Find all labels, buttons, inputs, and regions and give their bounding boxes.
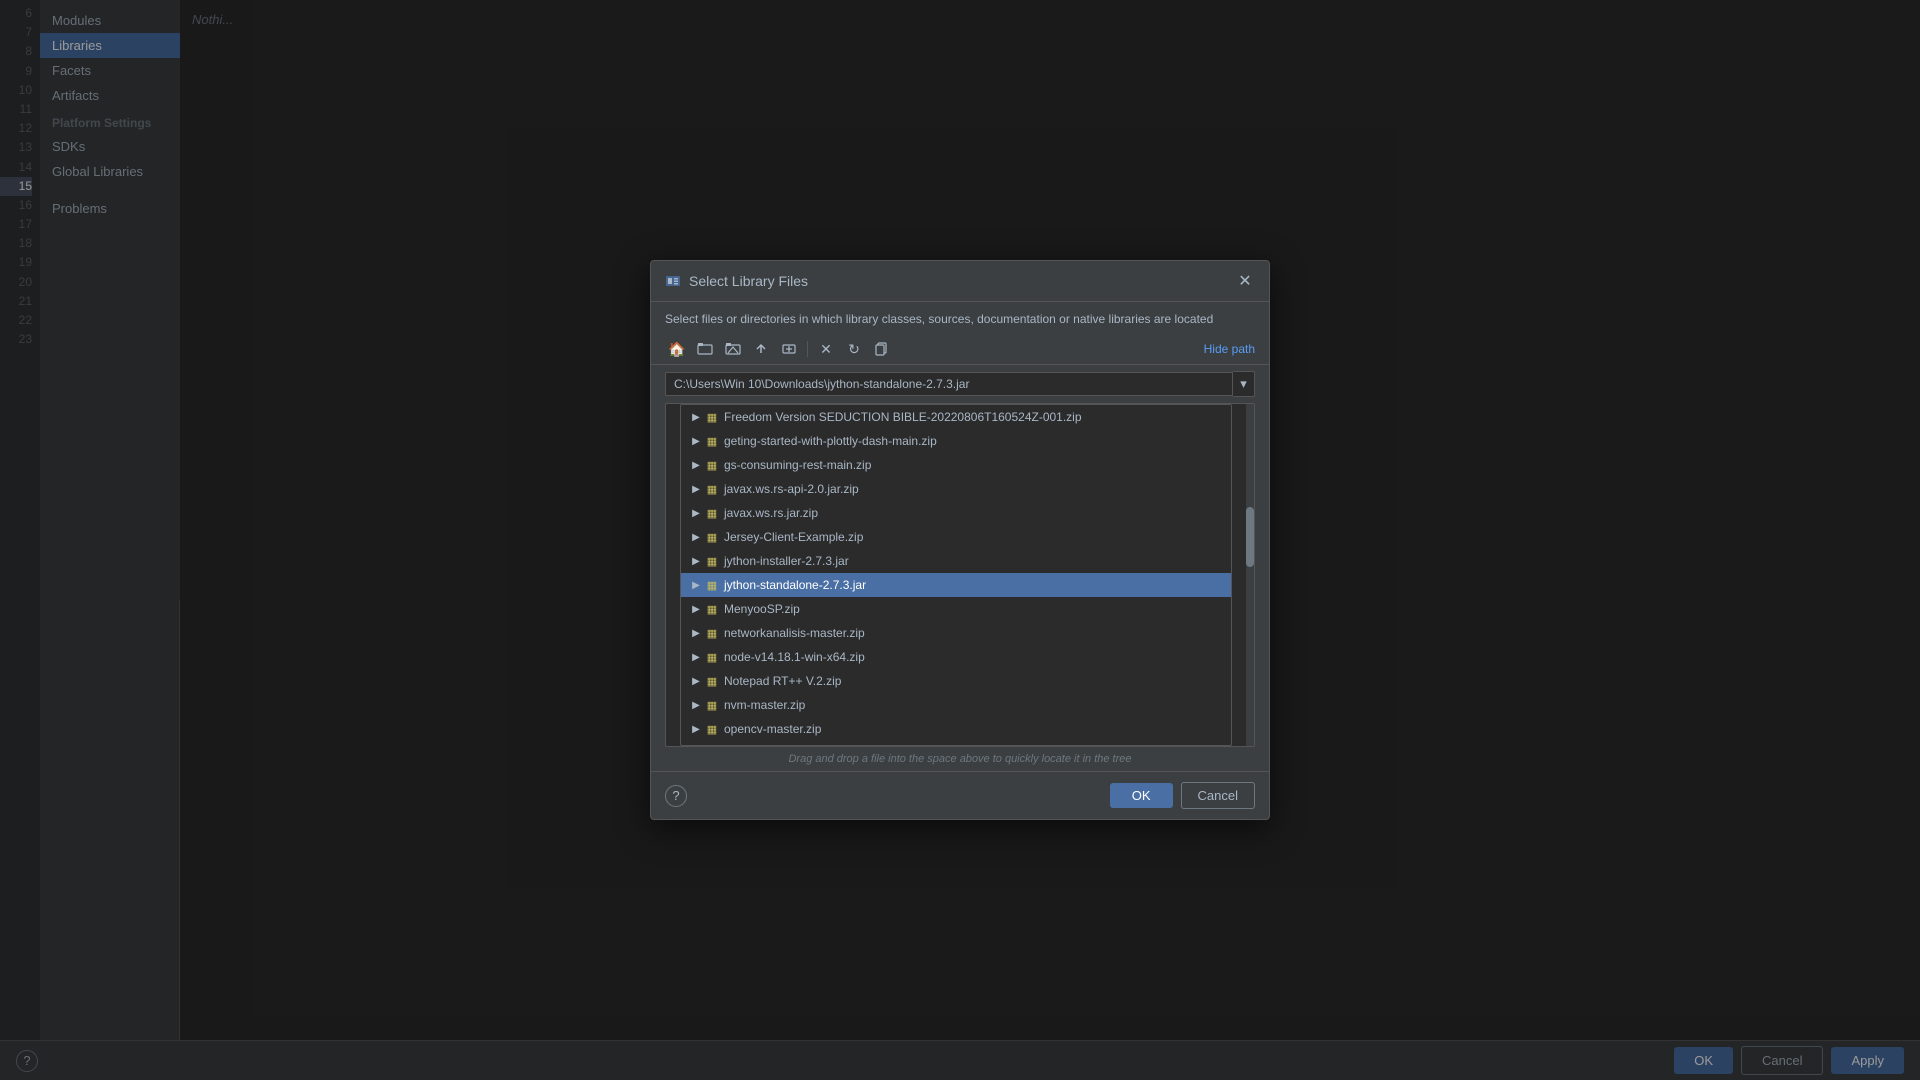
expand-icon[interactable]: ▶ — [689, 578, 703, 592]
expand-icon[interactable]: ▶ — [689, 698, 703, 712]
path-dropdown-button[interactable]: ▾ — [1233, 371, 1255, 397]
path-input[interactable] — [665, 372, 1233, 396]
file-zip-icon: ▦ — [705, 674, 719, 688]
expand-folder-button[interactable] — [777, 338, 801, 360]
file-item[interactable]: ▶ ▦ Notepad RT++ V.2.zip — [681, 669, 1231, 693]
modal-title: Select Library Files — [689, 273, 808, 289]
copy-path-button[interactable] — [870, 338, 894, 360]
file-jar-icon: ▦ — [705, 554, 719, 568]
toolbar-separator-1 — [807, 341, 808, 357]
file-zip-icon: ▦ — [705, 650, 719, 664]
expand-icon[interactable]: ▶ — [689, 626, 703, 640]
up-folder-button[interactable] — [749, 338, 773, 360]
expand-icon[interactable]: ▶ — [689, 602, 703, 616]
modal-close-button[interactable]: ✕ — [1235, 271, 1255, 291]
modal-help-button[interactable]: ? — [665, 785, 687, 807]
file-list: ▶ ▦ Freedom Version SEDUCTION BIBLE-2022… — [680, 404, 1232, 746]
file-item[interactable]: ▶ ▦ node-v14.18.1-win-x64.zip — [681, 645, 1231, 669]
modal-toolbar: 🏠 ✕ ↻ Hide path — [651, 334, 1269, 365]
expand-icon[interactable]: ▶ — [689, 434, 703, 448]
expand-icon[interactable]: ▶ — [689, 482, 703, 496]
file-jar-icon: ▦ — [705, 578, 719, 592]
file-item-selected[interactable]: ▶ ▦ jython-standalone-2.7.3.jar — [681, 573, 1231, 597]
select-library-files-dialog: Select Library Files ✕ Select files or d… — [650, 260, 1270, 820]
file-item[interactable]: ▶ ▦ Jersey-Client-Example.zip — [681, 525, 1231, 549]
modal-overlay: Select Library Files ✕ Select files or d… — [0, 0, 1920, 1080]
scrollbar-thumb[interactable] — [1246, 507, 1254, 567]
expand-icon[interactable]: ▶ — [689, 458, 703, 472]
hide-path-button[interactable]: Hide path — [1204, 342, 1255, 356]
modal-description: Select files or directories in which lib… — [651, 302, 1269, 334]
file-item[interactable]: ▶ ▦ opencv-master.zip — [681, 717, 1231, 741]
modal-header: Select Library Files ✕ — [651, 261, 1269, 302]
file-zip-icon: ▦ — [705, 530, 719, 544]
scrollbar-track[interactable] — [1246, 404, 1254, 746]
home-button[interactable]: 🏠 — [665, 338, 689, 360]
file-zip-icon: ▦ — [705, 722, 719, 736]
expand-icon[interactable]: ▶ — [689, 506, 703, 520]
modal-cancel-button[interactable]: Cancel — [1181, 782, 1255, 809]
expand-icon[interactable]: ▶ — [689, 410, 703, 424]
file-zip-icon: ▦ — [705, 506, 719, 520]
open-folder-button[interactable] — [721, 338, 745, 360]
file-item[interactable]: ▶ ▦ parquet-python-master.zip — [681, 741, 1231, 746]
file-zip-icon: ▦ — [705, 434, 719, 448]
new-folder-button[interactable] — [693, 338, 717, 360]
file-zip-icon: ▦ — [705, 458, 719, 472]
drag-hint: Drag and drop a file into the space abov… — [651, 747, 1269, 771]
file-zip-icon: ▦ — [705, 602, 719, 616]
file-item[interactable]: ▶ ▦ javax.ws.rs-api-2.0.jar.zip — [681, 477, 1231, 501]
file-zip-icon: ▦ — [705, 698, 719, 712]
expand-icon[interactable]: ▶ — [689, 650, 703, 664]
expand-icon[interactable]: ▶ — [689, 530, 703, 544]
file-item[interactable]: ▶ ▦ geting-started-with-plottly-dash-mai… — [681, 429, 1231, 453]
dialog-icon — [665, 273, 681, 289]
refresh-button[interactable]: ↻ — [842, 338, 866, 360]
expand-icon[interactable]: ▶ — [689, 722, 703, 736]
file-item[interactable]: ▶ ▦ networkanalisis-master.zip — [681, 621, 1231, 645]
expand-icon[interactable]: ▶ — [689, 554, 703, 568]
expand-icon[interactable]: ▶ — [689, 674, 703, 688]
file-zip-icon: ▦ — [705, 626, 719, 640]
modal-ok-button[interactable]: OK — [1110, 783, 1173, 808]
modal-footer: ? OK Cancel — [651, 771, 1269, 819]
delete-button[interactable]: ✕ — [814, 338, 838, 360]
file-item[interactable]: ▶ ▦ Freedom Version SEDUCTION BIBLE-2022… — [681, 405, 1231, 429]
path-input-row: ▾ — [651, 365, 1269, 403]
file-item[interactable]: ▶ ▦ jython-installer-2.7.3.jar — [681, 549, 1231, 573]
file-item[interactable]: ▶ ▦ MenyooSP.zip — [681, 597, 1231, 621]
file-item[interactable]: ▶ ▦ gs-consuming-rest-main.zip — [681, 453, 1231, 477]
file-item[interactable]: ▶ ▦ nvm-master.zip — [681, 693, 1231, 717]
file-item[interactable]: ▶ ▦ javax.ws.rs.jar.zip — [681, 501, 1231, 525]
file-zip-icon: ▦ — [705, 410, 719, 424]
file-zip-icon: ▦ — [705, 482, 719, 496]
